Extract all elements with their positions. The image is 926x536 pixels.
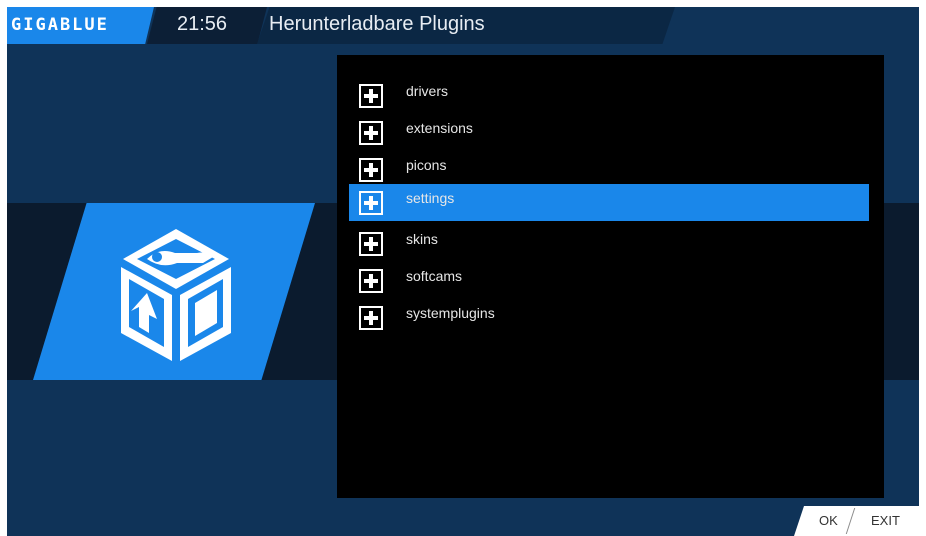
plugin-list: drivers extensions picons settings skins… [337,55,884,498]
exit-button[interactable]: EXIT [871,513,900,528]
list-item[interactable]: skins [349,225,869,260]
list-item-label: settings [406,190,455,206]
list-item[interactable]: extensions [349,114,869,149]
logo-badge: GIGABLUE [7,7,154,44]
gigablue-logo: GIGABLUE [11,15,109,35]
list-item-label: systemplugins [406,305,495,321]
plus-box-icon [359,232,383,256]
plus-box-icon [359,306,383,330]
plus-box-icon [359,269,383,293]
list-item-label: picons [406,157,447,173]
plugin-cube-icon [121,229,231,361]
plus-box-icon [359,191,383,215]
screen: GIGABLUE 21:56 Herunterladbare Plugins d… [7,7,919,536]
plus-box-icon [359,121,383,145]
list-item-label: extensions [406,120,473,136]
footer-key-bar [794,506,919,536]
ok-button[interactable]: OK [819,513,838,528]
page-title: Herunterladbare Plugins [269,13,485,35]
list-item[interactable]: picons [349,151,869,186]
list-item-label: skins [406,231,438,247]
list-item-selected[interactable]: settings [349,184,869,221]
list-item[interactable]: drivers [349,77,869,112]
plus-box-icon [359,84,383,108]
list-item-label: softcams [406,268,463,284]
list-item[interactable]: systemplugins [349,299,869,334]
list-item[interactable]: softcams [349,262,869,297]
clock: 21:56 [177,13,228,35]
list-item-label: drivers [406,83,449,99]
plus-box-icon [359,158,383,182]
